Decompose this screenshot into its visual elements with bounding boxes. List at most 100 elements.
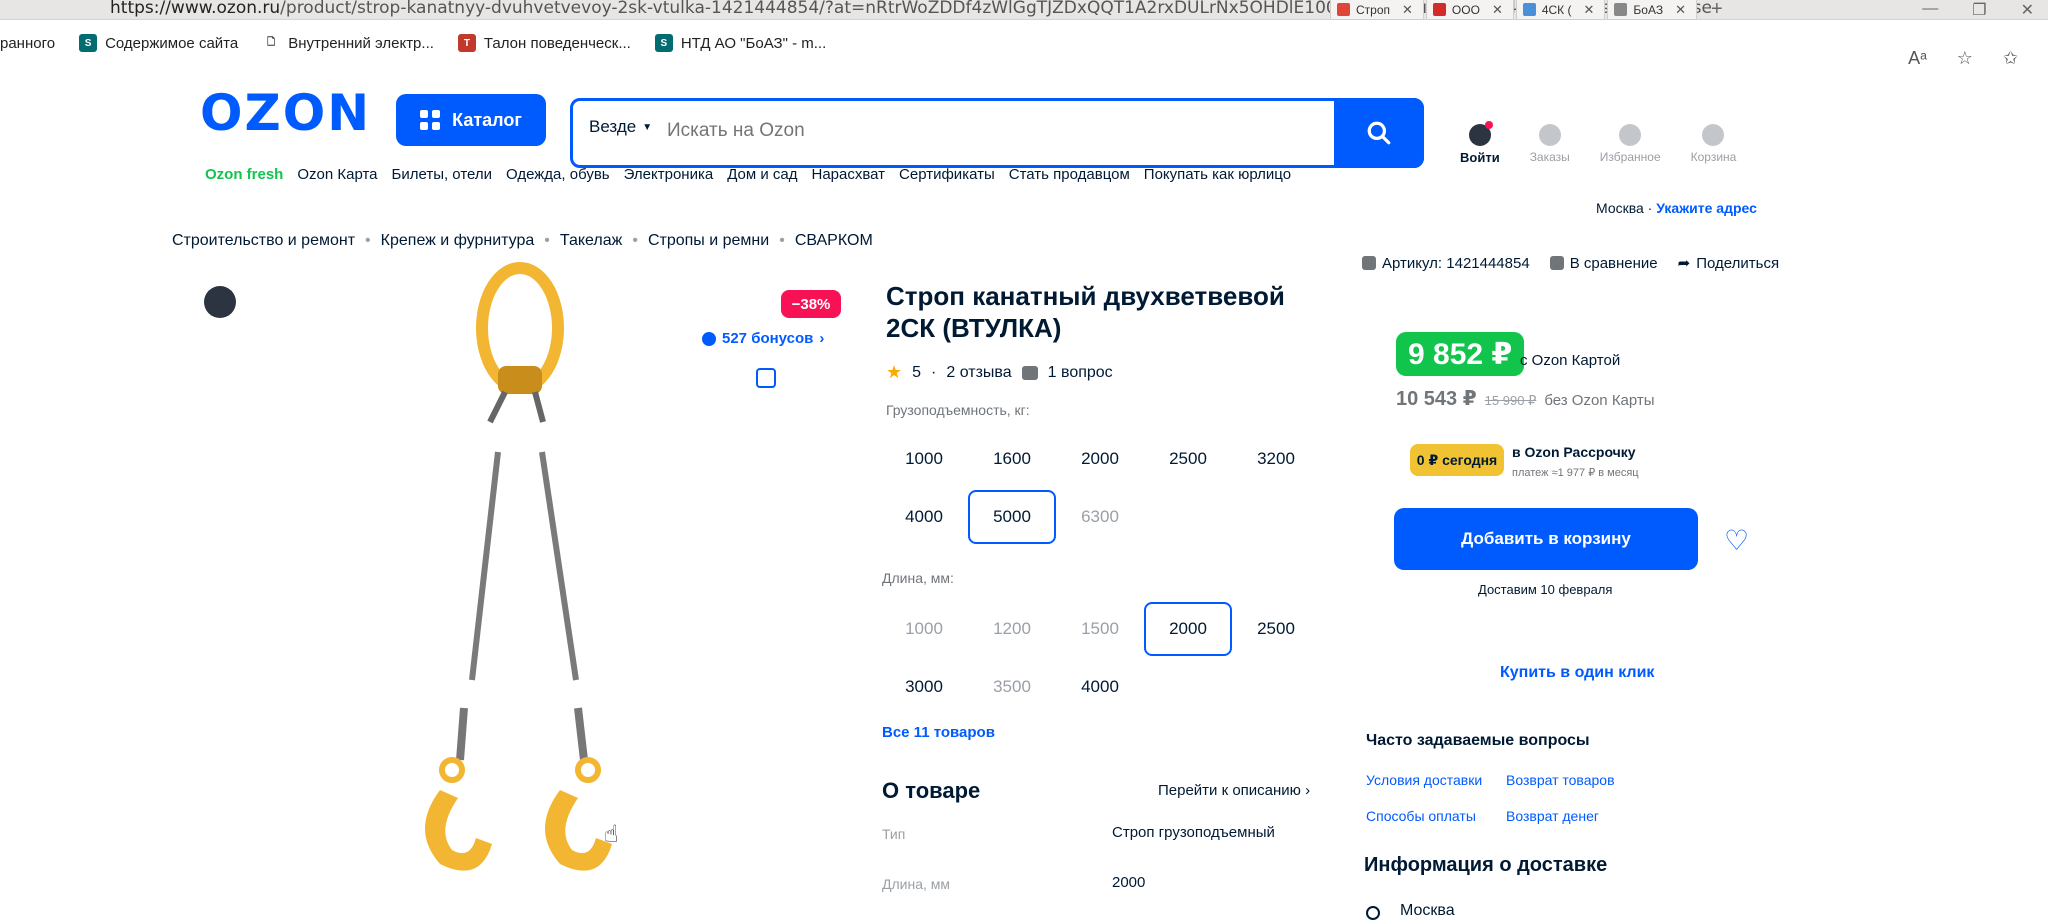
option-chip[interactable]: 2000 [1144, 602, 1232, 656]
compare-link[interactable]: В сравнение [1549, 254, 1658, 272]
category-link[interactable]: Дом и сад [727, 166, 797, 183]
breadcrumb-item[interactable]: Строительство и ремонт [172, 232, 355, 250]
product-title: Строп канатный двухветвевой 2СК (ВТУЛКА) [886, 281, 1285, 343]
category-link[interactable]: Ozon Карта [297, 166, 377, 183]
heart-icon [1619, 124, 1642, 146]
close-tab-icon[interactable]: ✕ [1584, 2, 1595, 18]
user-icon [1468, 121, 1493, 146]
category-link[interactable]: Билеты, отели [392, 166, 493, 183]
rating-row[interactable]: ★ 5 · 2 отзыва 1 вопрос [886, 362, 1113, 383]
faq-link[interactable]: Условия доставки [1366, 772, 1482, 788]
option-chip[interactable]: 1000 [880, 602, 968, 656]
new-tab-icon[interactable]: + [1699, 0, 1735, 20]
ozon-logo[interactable]: OZON [200, 88, 371, 138]
browser-actions: Aᵃ ☆ ✩ [1908, 48, 2018, 69]
all-products-link[interactable]: Все 11 товаров [882, 724, 995, 741]
reviews-link[interactable]: 2 отзыва [946, 364, 1011, 382]
scan-icon[interactable] [756, 368, 776, 388]
option-chip[interactable]: 3000 [880, 660, 968, 714]
option-chip[interactable]: 4000 [1056, 660, 1144, 714]
option-chip[interactable]: 1500 [1056, 602, 1144, 656]
nav-heart[interactable]: Избранное [1600, 124, 1661, 165]
old-price: 15 990 ₽ [1484, 393, 1537, 408]
option-chip[interactable]: 3200 [1232, 432, 1320, 486]
bonus-link[interactable]: 527 бонусов › [702, 330, 824, 347]
bookmark-item[interactable]: S Содержимое сайта [79, 34, 238, 52]
option-chip[interactable]: 2000 [1056, 432, 1144, 486]
close-tab-icon[interactable]: ✕ [1402, 2, 1413, 18]
bookmark-item[interactable]: 🗋 Внутренний электр... [262, 34, 434, 52]
article[interactable]: Артикул: 1421444854 [1362, 254, 1530, 272]
bookmark-label: ранного [0, 34, 56, 52]
close-window-icon[interactable]: ✕ [2021, 0, 2034, 20]
installment-title[interactable]: в Ozon Рассрочку [1512, 444, 1636, 460]
favorites-list-icon[interactable]: ✩ [2003, 48, 2018, 69]
bookmark-item[interactable]: S НТД АО "БоАЗ" - m... [654, 34, 827, 52]
bookmark-item[interactable]: T Талон поведенческ... [457, 34, 631, 52]
catalog-button[interactable]: Каталог [396, 94, 546, 146]
nav-cart[interactable]: Корзина [1691, 124, 1736, 165]
option-chip[interactable]: 1600 [968, 432, 1056, 486]
faq-link[interactable]: Способы оплаты [1366, 808, 1476, 824]
breadcrumb-item[interactable]: Крепеж и фурнитура [381, 232, 535, 250]
card-price: 9 852 ₽ [1396, 332, 1525, 376]
grid-icon [420, 110, 441, 130]
buy-one-click-link[interactable]: Купить в один клик [1500, 664, 1654, 682]
bookmark-label: НТД АО "БоАЗ" - m... [680, 34, 827, 52]
faq-link[interactable]: Возврат денег [1506, 808, 1599, 824]
search-input[interactable] [667, 111, 1287, 151]
maximize-icon[interactable]: ❐ [1972, 0, 1986, 20]
nav-user[interactable]: Войти [1460, 121, 1500, 165]
faq-link[interactable]: Возврат товаров [1506, 772, 1615, 788]
category-link[interactable]: Покупать как юрлицо [1144, 166, 1291, 183]
bookmarks-bar: ранного S Содержимое сайта 🗋 Внутренний элек… [0, 26, 2048, 60]
tab-label: БоАЗ [1633, 2, 1664, 17]
favorite-heart-icon[interactable]: ♡ [1724, 524, 1749, 557]
delivery-city[interactable]: Москва [1400, 902, 1455, 920]
breadcrumb-item[interactable]: СВАРКОМ [795, 232, 873, 250]
option-chip[interactable]: 4000 [880, 490, 968, 544]
browser-tab[interactable]: ООО ✕ [1425, 0, 1514, 20]
document-icon: 🗋 [267, 36, 276, 48]
category-link[interactable]: Ozon fresh [205, 166, 283, 183]
product-image[interactable] [380, 252, 680, 872]
share-link[interactable]: ➦ Поделиться [1678, 254, 1779, 273]
search-button[interactable] [1334, 98, 1424, 168]
top-categories: Ozon fresh Ozon Карта Билеты, отели Одежда,… [205, 166, 1291, 183]
option-chip[interactable]: 1200 [968, 602, 1056, 656]
image-search-icon[interactable] [204, 286, 236, 318]
favorite-star-icon[interactable]: ☆ [1957, 48, 1973, 69]
option-chip[interactable]: 5000 [968, 490, 1056, 544]
add-to-cart-button[interactable]: Добавить в корзину [1394, 508, 1698, 570]
price: 10 543 ₽ [1396, 388, 1477, 410]
category-link[interactable]: Стать продавцом [1009, 166, 1130, 183]
option-chip[interactable]: 1000 [880, 432, 968, 486]
option-chip[interactable]: 6300 [1056, 490, 1144, 544]
close-tab-icon[interactable]: ✕ [1675, 2, 1686, 18]
address-link[interactable]: Укажите адрес [1656, 200, 1757, 216]
category-link[interactable]: Нарасхват [811, 166, 885, 183]
bookmark-item[interactable]: ранного [0, 35, 55, 52]
location[interactable]: Москва · Укажите адрес [1596, 200, 1757, 216]
option-chip[interactable]: 2500 [1144, 432, 1232, 486]
browser-tab[interactable]: Строп ✕ [1330, 0, 1424, 20]
to-description-link[interactable]: Перейти к описанию › [1158, 782, 1310, 799]
browser-tab[interactable]: БоАЗ ✕ [1607, 0, 1697, 20]
category-link[interactable]: Одежда, обувь [506, 166, 610, 183]
installment-badge[interactable]: 0 ₽ сегодня [1410, 444, 1504, 476]
reader-mode-icon[interactable]: Aᵃ [1908, 48, 1927, 69]
breadcrumb-item[interactable]: Стропы и ремни [648, 232, 769, 250]
attr-name: Тип [882, 826, 906, 842]
category-link[interactable]: Сертификаты [899, 166, 995, 183]
option-chip[interactable]: 2500 [1232, 602, 1320, 656]
breadcrumb-item[interactable]: Такелаж [560, 232, 622, 250]
search-scope-dropdown[interactable]: Везде ▼ [589, 117, 652, 137]
nav-box[interactable]: Заказы [1530, 124, 1570, 165]
browser-tab[interactable]: 4СК (✕ [1515, 0, 1606, 20]
minimize-icon[interactable]: — [1922, 0, 1938, 20]
breadcrumb-separator: • [544, 232, 550, 249]
option-chip[interactable]: 3500 [968, 660, 1056, 714]
close-tab-icon[interactable]: ✕ [1492, 2, 1503, 18]
category-link[interactable]: Электроника [624, 166, 714, 183]
questions-link[interactable]: 1 вопрос [1048, 364, 1113, 382]
